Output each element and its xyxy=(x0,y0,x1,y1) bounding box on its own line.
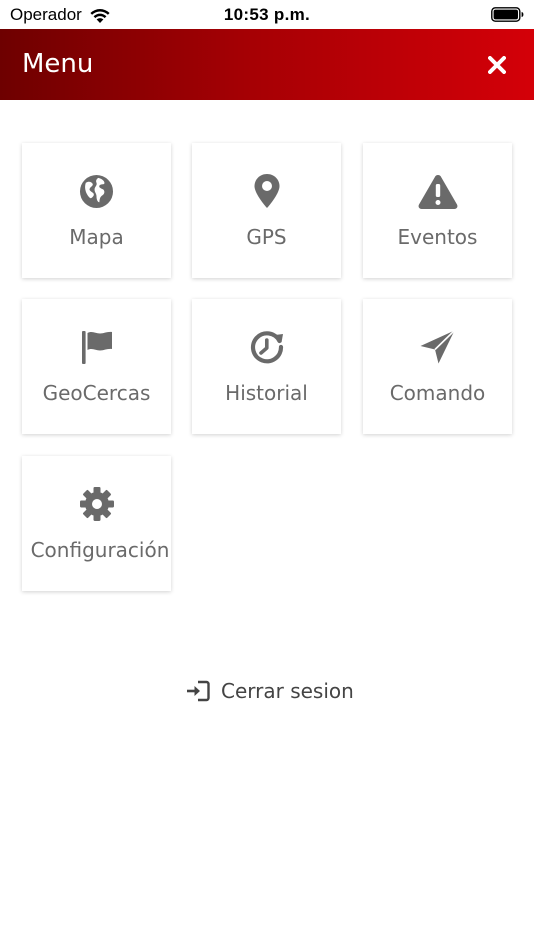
icon-wrap xyxy=(22,485,171,523)
menu-item-mapa[interactable]: Mapa xyxy=(22,143,171,278)
icon-wrap xyxy=(363,328,512,366)
menu-item-label: Mapa xyxy=(69,225,124,249)
icon-wrap xyxy=(192,172,341,210)
logout-button[interactable]: Cerrar sesion xyxy=(186,676,354,706)
flag-icon xyxy=(81,331,112,364)
icon-wrap xyxy=(22,328,171,366)
icon-wrap xyxy=(192,328,341,366)
icon-wrap xyxy=(363,172,512,210)
icon-wrap xyxy=(22,172,171,210)
menu-item-geocercas[interactable]: GeoCercas xyxy=(22,299,171,434)
menu-item-label: Configuración xyxy=(30,538,170,562)
warning-triangle-icon xyxy=(418,174,457,209)
globe-icon xyxy=(79,174,114,208)
menu-item-historial[interactable]: Historial xyxy=(192,299,341,434)
menu-item-eventos[interactable]: Eventos xyxy=(363,143,512,278)
menu-item-label: GPS xyxy=(246,225,287,249)
menu-item-label: Historial xyxy=(225,381,308,405)
menu-item-label: GeoCercas xyxy=(42,381,151,405)
menu-item-configuracion[interactable]: Configuración xyxy=(22,456,171,591)
gear-icon xyxy=(79,487,114,521)
menu-item-label: Eventos xyxy=(397,225,478,249)
logout-label: Cerrar sesion xyxy=(221,679,354,703)
paper-plane-icon xyxy=(420,329,456,364)
menu-item-gps[interactable]: GPS xyxy=(192,143,341,278)
menu-grid: Mapa GPS Eventos GeoCercas Historial Com… xyxy=(0,0,534,620)
menu-item-comando[interactable]: Comando xyxy=(363,299,512,434)
sign-in-icon xyxy=(187,680,210,702)
map-marker-icon xyxy=(254,174,279,208)
menu-item-label: Comando xyxy=(389,381,486,405)
history-icon xyxy=(250,331,283,364)
